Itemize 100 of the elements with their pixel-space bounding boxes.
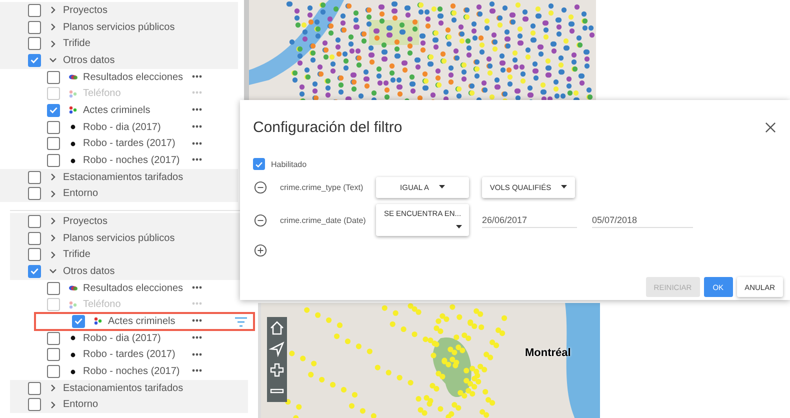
more-options-icon[interactable] xyxy=(192,124,202,128)
layer-label: Robo - noches (2017) xyxy=(83,366,180,378)
layer-group-label: Otros datos xyxy=(63,266,115,277)
dialog-title: Configuración del filtro xyxy=(253,118,402,136)
checkbox[interactable] xyxy=(72,314,85,328)
layer-group-label: Trifide xyxy=(63,38,90,50)
layer-group-label: Proyectos xyxy=(63,216,108,227)
layer-group-label: Planos servicios públicos xyxy=(63,22,175,33)
chevron-right-icon[interactable] xyxy=(49,400,57,409)
chevron-right-icon[interactable] xyxy=(49,250,57,259)
caret-icon xyxy=(438,185,445,189)
chevron-down-icon[interactable] xyxy=(49,267,57,276)
checkbox[interactable] xyxy=(28,4,41,17)
layer-label: Robo - dia (2017) xyxy=(83,332,161,344)
highlighted-layer-row[interactable]: Actes criminels xyxy=(35,313,254,330)
layer-label: Resultados elecciones xyxy=(83,72,184,83)
more-options-icon[interactable] xyxy=(192,142,202,144)
close-icon[interactable] xyxy=(765,122,776,132)
chevron-right-icon[interactable] xyxy=(49,217,57,226)
layer-group-label: Otros datos xyxy=(63,54,115,66)
checkbox[interactable] xyxy=(28,264,41,278)
more-options-icon[interactable] xyxy=(192,369,202,372)
checkbox[interactable] xyxy=(47,365,60,378)
layer-group-label: Entorno xyxy=(63,188,98,200)
filter-icon[interactable] xyxy=(235,317,247,328)
more-options-icon[interactable] xyxy=(192,286,202,289)
checkbox[interactable] xyxy=(47,70,60,84)
more-options-icon[interactable] xyxy=(192,158,202,162)
more-options-icon[interactable] xyxy=(192,74,202,78)
layer-group-label: Entorno xyxy=(63,399,98,410)
checkbox[interactable] xyxy=(28,214,41,228)
checkbox[interactable] xyxy=(47,120,60,134)
layer-label: Actes criminels xyxy=(83,104,150,116)
layer-row[interactable]: Robo - dia (2017) xyxy=(10,330,258,346)
chevron-right-icon[interactable] xyxy=(49,173,57,182)
layer-label: Robo - tardes (2017) xyxy=(83,349,176,360)
zoom-in-icon[interactable] xyxy=(269,362,285,378)
layer-label: Resultados elecciones xyxy=(83,282,184,294)
layer-group-row[interactable]: Planos servicios públicos xyxy=(0,18,238,36)
checkbox[interactable] xyxy=(47,282,60,295)
chevron-right-icon[interactable] xyxy=(49,384,57,392)
more-options-icon[interactable] xyxy=(192,319,202,322)
layer-group-row[interactable]: Proyectos xyxy=(0,2,238,19)
layer-row[interactable]: Robo - tardes (2017) xyxy=(10,346,258,364)
checkbox[interactable] xyxy=(28,20,41,34)
layer-group-row[interactable]: Entorno xyxy=(0,186,238,202)
layer-row[interactable]: Actes criminels xyxy=(0,102,244,119)
checkbox[interactable] xyxy=(47,137,60,150)
caret-icon xyxy=(561,185,568,189)
layer-group-label: Estacionamientos tarifados xyxy=(63,382,184,394)
checkbox[interactable] xyxy=(47,332,60,345)
checkbox[interactable] xyxy=(28,170,41,184)
checkbox[interactable] xyxy=(28,187,41,200)
layer-row[interactable]: Resultados elecciones xyxy=(0,68,244,86)
remove-condition-icon[interactable] xyxy=(254,214,267,226)
layer-row[interactable]: Robo - noches (2017) xyxy=(0,152,244,169)
chevron-right-icon[interactable] xyxy=(49,190,57,198)
checkbox[interactable] xyxy=(28,54,41,67)
checkbox-label: Habilitado xyxy=(271,160,307,168)
layer-group-label: Planos servicios públicos xyxy=(63,232,175,244)
layer-group-row[interactable]: Entorno xyxy=(10,396,248,414)
home-icon[interactable] xyxy=(269,320,285,336)
layer-group-row[interactable]: Trifide xyxy=(0,35,238,52)
checkbox[interactable] xyxy=(47,104,60,117)
layer-group-label: Trifide xyxy=(63,249,90,260)
more-options-icon[interactable] xyxy=(192,108,202,112)
layer-label: Robo - dia (2017) xyxy=(83,122,161,133)
chevron-down-icon[interactable] xyxy=(49,56,57,64)
layer-row[interactable]: Resultados elecciones xyxy=(10,280,258,296)
layer-group-row[interactable]: Otros datos xyxy=(0,52,238,69)
checkbox[interactable] xyxy=(28,398,41,412)
checkbox[interactable] xyxy=(28,382,41,395)
layer-row[interactable]: Robo - noches (2017) xyxy=(10,363,258,380)
checkbox[interactable] xyxy=(28,248,41,262)
caret-icon xyxy=(456,225,462,229)
layer-label: Robo - noches (2017) xyxy=(83,155,180,166)
chevron-right-icon[interactable] xyxy=(49,234,57,242)
layer-group-label: Proyectos xyxy=(63,4,108,16)
more-options-icon[interactable] xyxy=(192,336,202,339)
checkbox[interactable] xyxy=(47,348,60,362)
layer-group-row[interactable]: Estacionamientos tarifados xyxy=(0,168,238,186)
checkbox[interactable] xyxy=(28,37,41,50)
checkbox[interactable] xyxy=(47,154,60,168)
navigation-arrow-icon[interactable] xyxy=(269,341,285,357)
layer-row[interactable]: Robo - tardes (2017) xyxy=(0,136,244,152)
more-options-icon[interactable] xyxy=(192,352,202,356)
field-name: crime.crime_type (Text) xyxy=(280,182,362,192)
layer-label: Teléfono xyxy=(83,299,121,310)
chevron-right-icon[interactable] xyxy=(49,40,57,48)
layer-group-row[interactable]: Estacionamientos tarifados xyxy=(10,380,248,397)
chevron-right-icon[interactable] xyxy=(49,6,57,14)
map-city-label: Montréal xyxy=(525,347,571,359)
remove-condition-icon[interactable] xyxy=(254,180,267,194)
checkbox[interactable] xyxy=(253,158,265,170)
layer-row[interactable]: Robo - dia (2017) xyxy=(0,118,244,136)
layer-label: Teléfono xyxy=(83,88,121,100)
chevron-right-icon[interactable] xyxy=(49,23,57,32)
layer-group-label: Estacionamientos tarifados xyxy=(63,172,184,183)
checkbox[interactable] xyxy=(28,232,41,245)
add-condition-icon[interactable] xyxy=(254,244,267,257)
